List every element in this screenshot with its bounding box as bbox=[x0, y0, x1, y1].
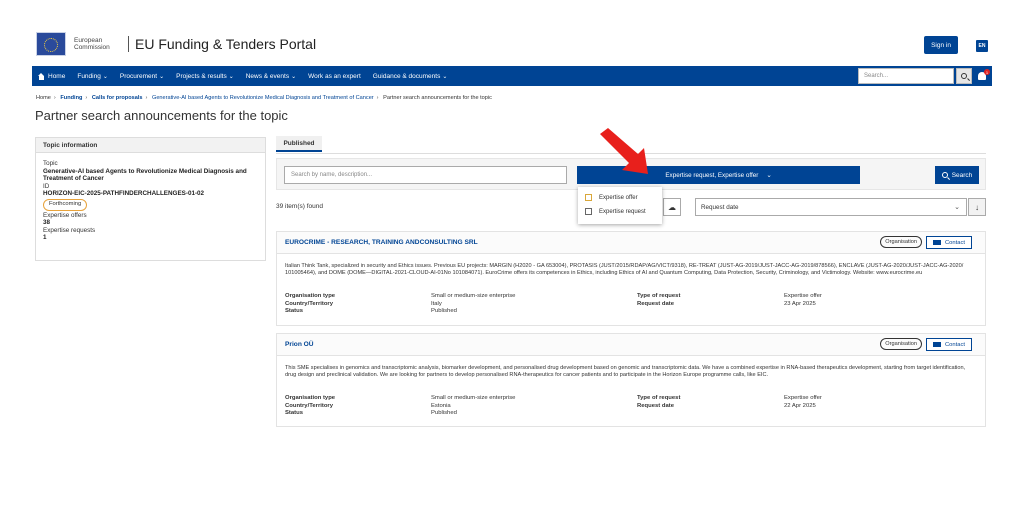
country-value: Estonia bbox=[431, 402, 451, 409]
breadcrumb-funding[interactable]: Funding bbox=[60, 95, 82, 101]
card-title[interactable]: Prion OÜ bbox=[285, 341, 314, 348]
topic-label: Topic bbox=[43, 160, 58, 167]
org-type-value: Small or medium-size enterprise bbox=[431, 293, 516, 299]
envelope-icon bbox=[933, 342, 941, 347]
org-line1: European bbox=[74, 37, 103, 44]
sort-direction-button[interactable]: ↓ bbox=[968, 198, 986, 216]
chevron-down-icon: ⌄ bbox=[159, 73, 165, 80]
cloud-icon: ☁ bbox=[668, 202, 676, 212]
chevron-down-icon: ⌄ bbox=[766, 171, 772, 179]
country-value: Italy bbox=[431, 300, 442, 307]
breadcrumb-calls[interactable]: Calls for proposals bbox=[92, 95, 143, 101]
red-arrow-icon bbox=[600, 128, 648, 174]
tab-published[interactable]: Published bbox=[276, 136, 322, 152]
option-expertise-request[interactable]: Expertise request bbox=[585, 208, 646, 215]
request-type-value: Expertise offer bbox=[784, 293, 822, 299]
main-nav: Home Funding ⌄ Procurement ⌄ Projects & re… bbox=[32, 66, 992, 86]
chevron-down-icon: ⌄ bbox=[442, 73, 448, 80]
topic-info-heading: Topic information bbox=[36, 138, 265, 153]
envelope-icon bbox=[933, 240, 941, 245]
nav-item-home[interactable]: Home bbox=[32, 66, 71, 86]
eu-flag-icon bbox=[36, 32, 66, 56]
request-date-value: 22 Apr 2025 bbox=[784, 402, 816, 409]
request-type-dropdown: Expertise offer Expertise request bbox=[578, 187, 662, 224]
chevron-down-icon: ⌄ bbox=[102, 73, 108, 80]
nav-item-news-events[interactable]: News & events ⌄ bbox=[240, 66, 302, 86]
notifications-button[interactable]: 1 bbox=[976, 69, 990, 82]
checkbox[interactable] bbox=[585, 208, 592, 215]
status-value: Published bbox=[431, 410, 457, 417]
status-badge: Forthcoming bbox=[43, 198, 88, 211]
organisation-badge: Organisation bbox=[880, 338, 922, 350]
organisation-badge: Organisation bbox=[880, 236, 922, 248]
results-count: 39 item(s) found bbox=[276, 203, 323, 210]
option-expertise-offer[interactable]: Expertise offer bbox=[585, 194, 638, 201]
org-type-value: Small or medium-size enterprise bbox=[431, 395, 516, 401]
sort-select[interactable]: Request date ⌄ bbox=[695, 198, 967, 216]
request-date-value: 23 Apr 2025 bbox=[784, 300, 816, 307]
topic-info-panel: Topic information Topic Generative-AI ba… bbox=[35, 137, 266, 261]
site-header: European Commission EU Funding & Tenders… bbox=[32, 32, 992, 62]
offers-label: Expertise offers bbox=[43, 211, 87, 219]
request-type-value: Expertise offer bbox=[784, 395, 822, 401]
notification-count-badge: 1 bbox=[984, 69, 990, 75]
result-card: Prion OÜ Organisation Contact This SME s… bbox=[276, 333, 986, 427]
breadcrumb-current: Partner search announcements for the top… bbox=[383, 95, 492, 101]
checkbox[interactable] bbox=[585, 194, 592, 201]
arrow-down-icon: ↓ bbox=[975, 202, 979, 212]
nav-item-funding[interactable]: Funding ⌄ bbox=[71, 66, 114, 86]
id-value: HORIZON-EIC-2025-PATHFINDERCHALLENGES-01… bbox=[43, 190, 205, 198]
status-value: Published bbox=[431, 308, 457, 315]
breadcrumb-home[interactable]: Home bbox=[36, 95, 51, 101]
result-card: EUROCRIME - RESEARCH, TRAINING ANDCONSUL… bbox=[276, 231, 986, 326]
chevron-down-icon: ⌄ bbox=[291, 73, 297, 80]
nav-search-button[interactable] bbox=[956, 68, 972, 84]
cloud-download-button[interactable]: ☁ bbox=[663, 198, 681, 216]
home-icon bbox=[38, 72, 45, 80]
breadcrumb: Home › Funding › Calls for proposals › Gene… bbox=[36, 95, 492, 101]
nav-item-projects-results[interactable]: Projects & results ⌄ bbox=[170, 66, 240, 86]
search-button[interactable]: Search bbox=[935, 166, 979, 184]
contact-button[interactable]: Contact bbox=[926, 338, 972, 351]
contact-button[interactable]: Contact bbox=[926, 236, 972, 249]
nav-search-input[interactable]: Search... bbox=[858, 68, 954, 84]
nav-item-work-as-expert[interactable]: Work as an expert bbox=[302, 66, 367, 86]
offers-value: 38 bbox=[43, 219, 51, 227]
page-title: Partner search announcements for the top… bbox=[35, 108, 288, 123]
requests-label: Expertise requests bbox=[43, 226, 96, 234]
search-icon bbox=[941, 172, 948, 178]
nav-item-procurement[interactable]: Procurement ⌄ bbox=[114, 66, 170, 86]
card-title[interactable]: EUROCRIME - RESEARCH, TRAINING ANDCONSUL… bbox=[285, 239, 478, 246]
chevron-down-icon: ⌄ bbox=[228, 73, 234, 80]
requests-value: 1 bbox=[43, 234, 47, 242]
card-description: This SME specialises in genomics and tra… bbox=[285, 365, 966, 379]
org-line2: Commission bbox=[74, 44, 110, 51]
nav-item-guidance-documents[interactable]: Guidance & documents ⌄ bbox=[367, 66, 454, 86]
breadcrumb-topic[interactable]: Generative-AI based Agents to Revolution… bbox=[152, 95, 374, 101]
sign-in-button[interactable]: Sign in bbox=[924, 36, 958, 54]
language-selector[interactable]: EN bbox=[976, 40, 988, 52]
ec-logo[interactable]: European Commission bbox=[36, 32, 118, 56]
chevron-down-icon: ⌄ bbox=[954, 204, 960, 211]
card-description: Italian Think Tank, specialized in secur… bbox=[285, 263, 964, 277]
search-icon bbox=[961, 73, 967, 79]
portal-title[interactable]: EU Funding & Tenders Portal bbox=[128, 36, 316, 52]
id-label: ID bbox=[43, 182, 50, 190]
topic-value: Generative-AI based Agents to Revolution… bbox=[43, 167, 247, 183]
search-input[interactable]: Search by name, description... bbox=[284, 166, 567, 184]
